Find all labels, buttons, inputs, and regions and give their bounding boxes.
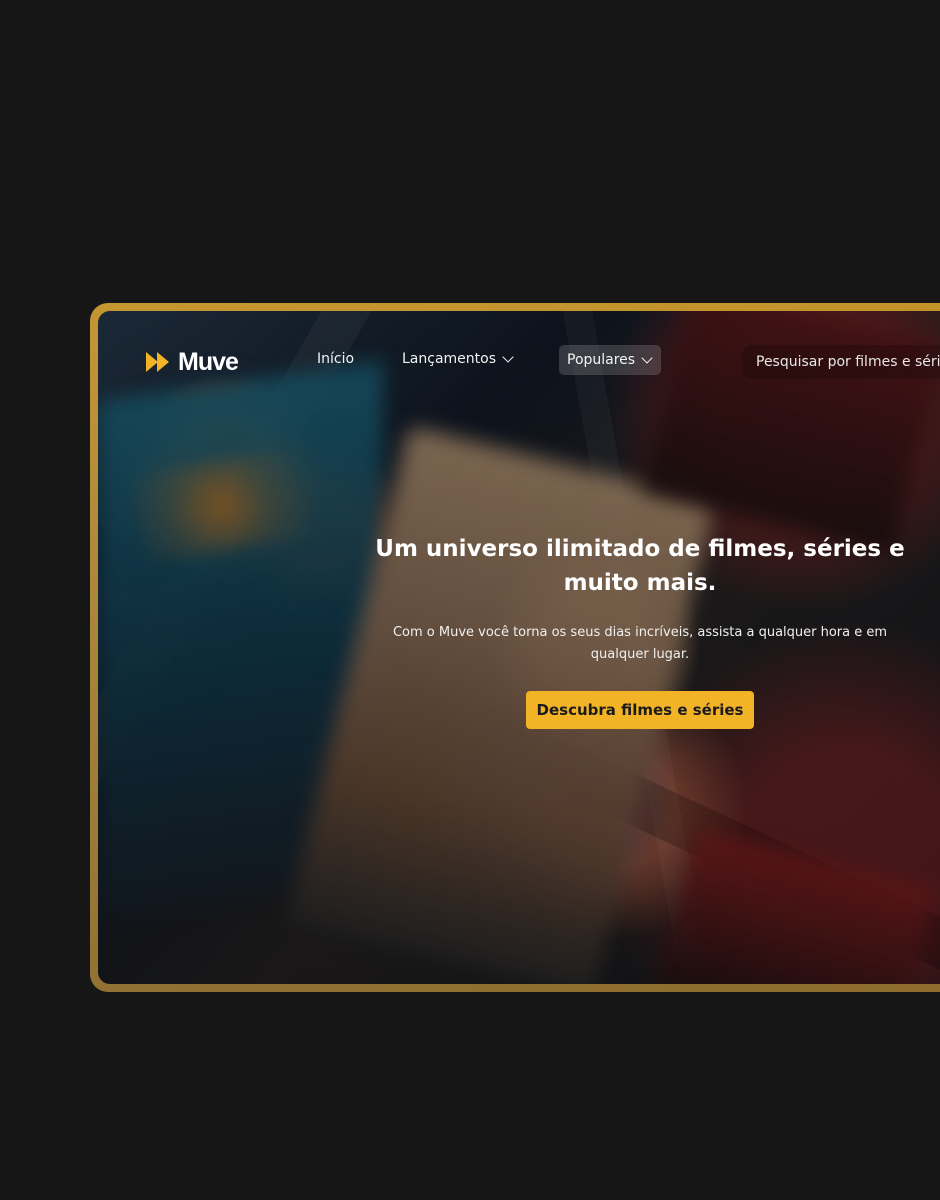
nav-item-label: Início [317,351,355,367]
nav-item-inicio[interactable]: Início [317,351,354,367]
discover-button[interactable]: Descubra filmes e séries [526,691,754,729]
search-placeholder: Pesquisar por filmes e séries [756,354,940,370]
search-input[interactable]: Pesquisar por filmes e séries [742,345,940,379]
nav-item-lancamentos[interactable]: Lançamentos [402,350,514,367]
page: Muve Início Lançamentos Populares Pesqui… [0,0,940,1200]
chevron-down-icon [502,350,514,363]
nav-item-label: Lançamentos [402,351,497,367]
background-poster-bottom-right [656,828,935,984]
nav-item-label: Populares [567,352,636,368]
hero-copy: Um universo ilimitado de filmes, séries … [370,532,910,729]
brand-name: Muve [178,347,239,376]
brand-logo[interactable]: Muve [146,347,239,376]
nav-item-populares[interactable]: Populares [559,345,662,375]
hero-title: Um universo ilimitado de filmes, séries … [375,536,905,596]
background-fire-highlight [126,437,360,565]
hero-banner: Muve Início Lançamentos Populares Pesqui… [98,311,940,984]
chevron-down-icon [641,351,653,364]
hero-frame: Muve Início Lançamentos Populares Pesqui… [90,303,940,992]
logo-icon [146,352,172,372]
background-poster-left [98,360,383,922]
top-navigation: Muve Início Lançamentos Populares Pesqui… [146,345,940,385]
hero-description: Com o Muve você torna os seus dias incrí… [392,625,888,662]
